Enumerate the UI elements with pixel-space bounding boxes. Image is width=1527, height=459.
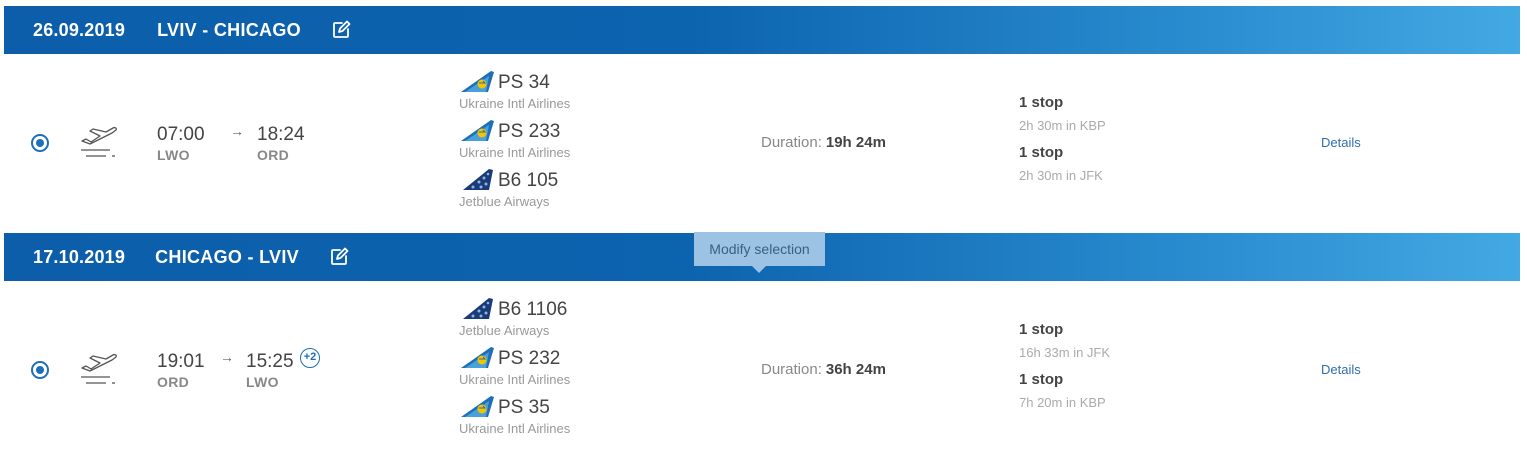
stop-count: 1 stop [1019, 144, 1064, 161]
duration: Duration: 36h 24m [761, 361, 886, 378]
uia-tail-icon [459, 346, 495, 370]
departure-plane-icon [78, 351, 120, 387]
airline-name: Ukraine Intl Airlines [459, 96, 571, 111]
edit-icon[interactable] [329, 247, 349, 267]
layover-detail: 2h 30m in KBP [1019, 118, 1106, 133]
flight-leg: PS 233 Ukraine Intl Airlines [459, 119, 639, 165]
stop-count: 1 stop [1019, 371, 1064, 388]
segment-date: 17.10.2019 [33, 246, 126, 267]
flight-leg: PS 35 Ukraine Intl Airlines [459, 395, 639, 441]
jetblue-tail-icon [459, 297, 495, 321]
flight-leg: B6 105 Jetblue Airways [459, 168, 639, 214]
airline-name: Ukraine Intl Airlines [459, 421, 571, 436]
arrival-airport: ORD [257, 147, 290, 163]
flight-leg: B6 1106 Jetblue Airways [459, 297, 639, 343]
flight-number: PS 34 [498, 72, 550, 93]
uia-tail-icon [459, 395, 495, 419]
layover-detail: 7h 20m in KBP [1019, 395, 1106, 410]
arrow-right-icon: → [220, 349, 234, 365]
select-radio[interactable] [31, 134, 49, 152]
segment-route: CHICAGO - LVIV [155, 246, 299, 267]
layover-detail: 16h 33m in JFK [1019, 345, 1111, 360]
arrival-airport: LWO [246, 374, 279, 390]
layover-detail: 2h 30m in JFK [1019, 168, 1103, 183]
airline-name: Jetblue Airways [459, 323, 550, 338]
arrival-time: 18:24 [257, 124, 305, 145]
stop-count: 1 stop [1019, 321, 1064, 338]
departure-airport: ORD [157, 374, 190, 390]
duration-value: 36h 24m [825, 361, 886, 378]
segment-route: LVIV - CHICAGO [157, 19, 301, 40]
uia-tail-icon [459, 119, 495, 143]
flight-option-return: 19:01 → 15:25 +2 ORD LWO B6 1106 Jetblue… [4, 281, 1520, 459]
arrival-time: 15:25 [246, 351, 294, 372]
details-link[interactable]: Details [1321, 135, 1361, 150]
duration: Duration: 19h 24m [761, 134, 886, 151]
airline-name: Ukraine Intl Airlines [459, 372, 571, 387]
duration-label: Duration: [761, 361, 822, 378]
flight-number: PS 35 [498, 397, 550, 418]
edit-icon[interactable] [331, 20, 351, 40]
jetblue-tail-icon [459, 168, 495, 192]
flight-number: B6 1106 [498, 299, 568, 320]
segment-date: 26.09.2019 [33, 19, 126, 40]
departure-airport: LWO [157, 147, 190, 163]
flight-number: PS 232 [498, 348, 561, 369]
airline-name: Jetblue Airways [459, 194, 550, 209]
segment-header-outbound: 26.09.2019 LVIV - CHICAGO [4, 6, 1520, 54]
duration-value: 19h 24m [825, 134, 886, 151]
flight-leg: PS 232 Ukraine Intl Airlines [459, 346, 639, 392]
arrow-right-icon: → [230, 123, 244, 139]
modify-selection-tooltip: Modify selection [694, 232, 825, 273]
details-link[interactable]: Details [1321, 362, 1361, 377]
flight-option-outbound: 07:00 → 18:24 LWO ORD PS 34 Ukraine Intl… [4, 54, 1520, 232]
departure-time: 19:01 [157, 351, 205, 372]
departure-time: 07:00 [157, 124, 205, 145]
departure-plane-icon [78, 124, 120, 160]
flight-number: B6 105 [498, 170, 559, 191]
day-offset-badge: +2 [300, 348, 320, 368]
flight-leg: PS 34 Ukraine Intl Airlines [459, 70, 639, 116]
select-radio[interactable] [31, 361, 49, 379]
uia-tail-icon [459, 70, 495, 94]
flight-number: PS 233 [498, 121, 561, 142]
stop-count: 1 stop [1019, 94, 1064, 111]
duration-label: Duration: [761, 134, 822, 151]
airline-name: Ukraine Intl Airlines [459, 145, 571, 160]
